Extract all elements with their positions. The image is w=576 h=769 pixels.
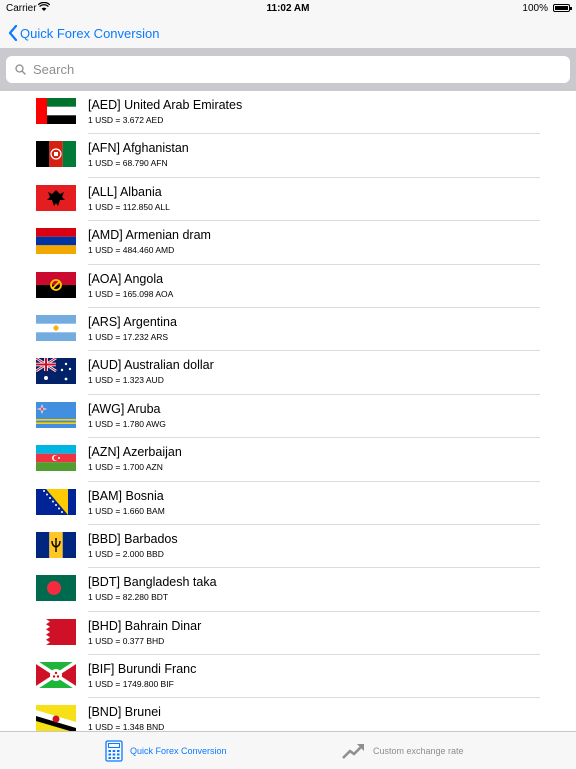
currency-title: [BND] Brunei — [88, 705, 161, 720]
flag-brunei-icon — [36, 705, 76, 731]
currency-title: [AOA] Angola — [88, 271, 164, 286]
status-bar: Carrier 11:02 AM 100% — [0, 0, 576, 18]
currency-rate: 1 USD = 1.780 AWG — [88, 418, 166, 429]
currency-rate: 1 USD = 3.672 AED — [88, 115, 164, 125]
flag-bangladesh-icon — [36, 575, 76, 602]
currency-title: [AMD] Armenian dram — [88, 228, 211, 243]
currency-title: [BHD] Bahrain Dinar — [88, 618, 202, 633]
flag-bahrain-icon — [36, 618, 76, 645]
currency-row-aed[interactable]: [AED] United Arab Emirates 1 USD = 3.672… — [0, 91, 576, 135]
back-button[interactable]: Quick Forex Conversion — [8, 22, 159, 44]
flag-afghanistan-icon — [36, 141, 76, 168]
currency-rate: 1 USD = 17.232 ARS — [88, 331, 169, 342]
flag-armenia-icon — [36, 228, 76, 255]
battery-percentage: 100% — [522, 3, 548, 14]
currency-rate: 1 USD = 484.460 AMD — [88, 245, 175, 256]
currency-rate: 1 USD = 2.000 BBD — [88, 548, 164, 559]
flag-bosnia-icon — [36, 488, 76, 515]
currency-title: [BDT] Bangladesh taka — [88, 575, 217, 590]
currency-rate: 1 USD = 1.700 AZN — [88, 462, 163, 473]
currency-title: [AED] United Arab Emirates — [88, 98, 243, 112]
currency-rate: 1 USD = 1.323 AUD — [88, 375, 164, 386]
search-bar — [0, 48, 576, 91]
currency-list[interactable]: [AED] United Arab Emirates 1 USD = 3.672… — [0, 91, 576, 731]
tab-custom-exchange-rate[interactable]: Custom exchange rate — [342, 738, 464, 764]
currency-rate: 1 USD = 68.790 AFN — [88, 158, 168, 169]
currency-row-all[interactable]: [ALL] Albania 1 USD = 112.850 ALL — [0, 178, 576, 222]
currency-rate: 1 USD = 165.098 AOA — [88, 288, 174, 299]
search-field[interactable] — [6, 56, 570, 83]
currency-row-bif[interactable]: [BIF] Burundi Franc 1 USD = 1749.800 BIF — [0, 655, 576, 699]
tab-bar: Quick Forex Conversion Custom exchange r… — [0, 731, 576, 769]
currency-row-bdt[interactable]: [BDT] Bangladesh taka 1 USD = 82.280 BDT — [0, 568, 576, 612]
flag-albania-icon — [36, 184, 76, 211]
tab-quick-forex-conversion[interactable]: Quick Forex Conversion — [105, 738, 227, 764]
tab-label: Custom exchange rate — [373, 746, 464, 756]
navigation-bar: Quick Forex Conversion — [0, 18, 576, 48]
flag-aruba-icon — [36, 401, 76, 428]
currency-row-amd[interactable]: [AMD] Armenian dram 1 USD = 484.460 AMD — [0, 221, 576, 265]
currency-row-bnd[interactable]: [BND] Brunei 1 USD = 1.348 BND — [0, 698, 576, 731]
currency-row-azn[interactable]: [AZN] Azerbaijan 1 USD = 1.700 AZN — [0, 438, 576, 482]
clock: 11:02 AM — [266, 3, 310, 14]
flag-barbados-icon — [36, 531, 76, 558]
currency-title: [ALL] Albania — [88, 184, 162, 199]
currency-rate: 1 USD = 1749.800 BIF — [88, 679, 174, 690]
trend-arrow-icon — [342, 744, 364, 759]
currency-row-awg[interactable]: [AWG] Aruba 1 USD = 1.780 AWG — [0, 395, 576, 439]
flag-uae-icon — [36, 98, 76, 124]
battery-icon — [553, 4, 572, 12]
currency-row-bbd[interactable]: [BBD] Barbados 1 USD = 2.000 BBD — [0, 525, 576, 569]
search-icon — [15, 64, 26, 75]
flag-australia-icon — [36, 358, 76, 385]
currency-row-afn[interactable]: [AFN] Afghanistan 1 USD = 68.790 AFN — [0, 134, 576, 178]
currency-title: [AUD] Australian dollar — [88, 358, 214, 373]
currency-title: [BAM] Bosnia — [88, 488, 164, 503]
calculator-icon — [105, 740, 123, 762]
currency-rate: 1 USD = 82.280 BDT — [88, 592, 169, 603]
currency-rate: 1 USD = 112.850 ALL — [88, 201, 170, 212]
back-button-label: Quick Forex Conversion — [20, 25, 160, 41]
currency-title: [AZN] Azerbaijan — [88, 445, 182, 460]
search-input[interactable] — [31, 61, 535, 78]
currency-row-bam[interactable]: [BAM] Bosnia 1 USD = 1.660 BAM — [0, 482, 576, 525]
currency-row-aoa[interactable]: [AOA] Angola 1 USD = 165.098 AOA — [0, 265, 576, 308]
flag-azerbaijan-icon — [36, 445, 76, 472]
currency-row-ars[interactable]: [ARS] Argentina 1 USD = 17.232 ARS — [0, 308, 576, 352]
currency-title: [AFN] Afghanistan — [88, 141, 189, 156]
flag-angola-icon — [36, 271, 76, 298]
currency-title: [BBD] Barbados — [88, 531, 178, 546]
chevron-left-icon — [8, 25, 18, 41]
flag-argentina-icon — [36, 314, 76, 341]
flag-burundi-icon — [36, 662, 76, 689]
currency-title: [ARS] Argentina — [88, 314, 177, 329]
currency-rate: 1 USD = 1.348 BND — [88, 722, 165, 731]
currency-rate: 1 USD = 0.377 BHD — [88, 635, 165, 646]
currency-row-aud[interactable]: [AUD] Australian dollar 1 USD = 1.323 AU… — [0, 351, 576, 395]
currency-title: [AWG] Aruba — [88, 401, 161, 416]
tab-label: Quick Forex Conversion — [130, 746, 227, 756]
currency-row-bhd[interactable]: [BHD] Bahrain Dinar 1 USD = 0.377 BHD — [0, 612, 576, 656]
currency-title: [BIF] Burundi Franc — [88, 662, 197, 677]
currency-rate: 1 USD = 1.660 BAM — [88, 505, 165, 516]
